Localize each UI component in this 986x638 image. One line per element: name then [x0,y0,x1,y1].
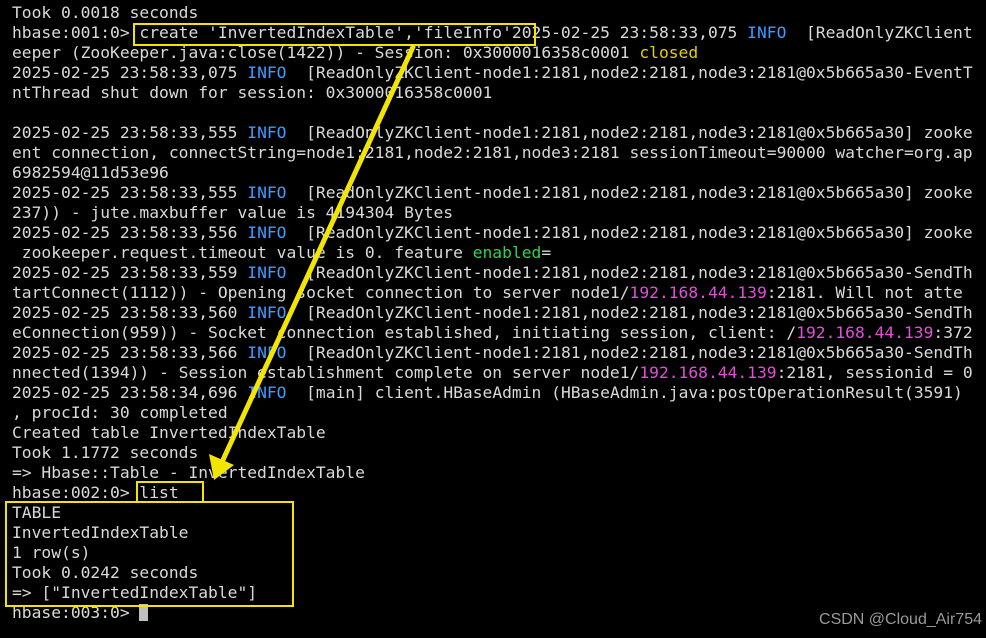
terminal-line: eeper (ZooKeeper.java:close(1422)) - Ses… [12,43,698,63]
terminal-line: Took 1.1772 seconds [12,443,198,463]
terminal-line: 2025-02-25 23:58:33,559 INFO [ReadOnlyZK… [12,263,973,283]
terminal-text: 2025-02-25 23:58:33,559 [12,263,248,282]
terminal-text: 2025-02-25 23:58:33,555 [12,123,248,142]
terminal-text: => Hbase::Table - InvertedIndexTable [12,463,365,482]
watermark: CSDN @Cloud_Air754 [819,611,982,628]
terminal-text: 1 row(s) [12,543,91,562]
terminal-text: hbase:001:0> create 'InvertedIndexTable'… [12,23,748,42]
terminal-line: 6982594@11d53e96 [12,163,169,183]
terminal-line: 2025-02-25 23:58:33,555 INFO [ReadOnlyZK… [12,183,973,203]
terminal-text: [ReadOnlyZKClient-node1:2181,node2:2181,… [286,223,973,242]
terminal-line: => Hbase::Table - InvertedIndexTable [12,463,365,483]
terminal-text: 6982594@11d53e96 [12,163,169,182]
terminal-line: hbase:001:0> create 'InvertedIndexTable'… [12,23,973,43]
terminal-line: Took 0.0242 seconds [12,563,198,583]
terminal-text: 2025-02-25 23:58:33,566 [12,343,248,362]
terminal-text: eConnection(959)) - Socket connection es… [12,323,797,342]
terminal-text: [ReadOnlyZKClient [786,23,973,42]
log-info-text: INFO [247,63,287,82]
terminal-text: Took 1.1772 seconds [12,443,199,462]
terminal-line: eConnection(959)) - Socket connection es… [12,323,973,343]
terminal-line: hbase:002:0> list [12,483,179,503]
terminal-text: hbase:002:0> list [12,483,179,502]
log-info-text: INFO [247,123,287,142]
terminal-text: 2025-02-25 23:58:33,556 [12,223,248,242]
terminal-text: 237)) - jute.maxbuffer value is 4194304 … [12,203,454,222]
terminal-line: InvertedIndexTable [12,523,188,543]
terminal-text: 2025-02-25 23:58:33,075 [12,63,248,82]
terminal-line: 2025-02-25 23:58:34,696 INFO [main] clie… [12,383,963,403]
terminal-line: ntThread shut down for session: 0x300001… [12,83,492,103]
terminal-text: 2025-02-25 23:58:33,560 [12,303,248,322]
terminal-line: zookeeper.request.timeout value is 0. fe… [12,243,551,263]
terminal-text: eeper (ZooKeeper.java:close(1422)) - Ses… [12,43,640,62]
log-info-text: INFO [247,263,287,282]
log-info-text: INFO [247,303,287,322]
terminal-text: = [541,243,552,262]
log-closed-text: closed [639,43,699,62]
terminal-line: , procId: 30 completed [12,403,228,423]
log-info-text: INFO [247,383,287,402]
terminal-text: :372 [933,323,973,342]
terminal-text: [ReadOnlyZKClient-node1:2181,node2:2181,… [286,183,973,202]
terminal-line: 2025-02-25 23:58:33,566 INFO [ReadOnlyZK… [12,343,973,363]
terminal-line: 2025-02-25 23:58:33,560 INFO [ReadOnlyZK… [12,303,973,323]
terminal-text: ent connection, connectString=node1:2181… [12,143,973,162]
terminal-text: Took 0.0018 seconds [12,3,199,22]
terminal-text: TABLE [12,503,62,522]
terminal-line: 1 row(s) [12,543,90,563]
terminal-line: hbase:003:0> [12,603,149,623]
log-enabled-text: enabled [472,243,542,262]
terminal-text: InvertedIndexTable [12,523,189,542]
terminal-line: => ["InvertedIndexTable"] [12,583,257,603]
terminal-line: Took 0.0018 seconds [12,3,198,23]
terminal-text: hbase:003:0> [12,603,140,622]
terminal-text: [main] client.HBaseAdmin (HBaseAdmin.jav… [286,383,963,402]
log-info-text: INFO [247,343,287,362]
terminal-text: [ReadOnlyZKClient-node1:2181,node2:2181,… [286,343,973,362]
log-info-text: INFO [247,183,287,202]
terminal-text: zookeeper.request.timeout value is 0. fe… [12,243,473,262]
terminal-text: ntThread shut down for session: 0x300001… [12,83,493,102]
terminal-line: 2025-02-25 23:58:33,555 INFO [ReadOnlyZK… [12,123,973,143]
terminal-line: nnected(1394)) - Session establishment c… [12,363,973,383]
log-ip-text: 192.168.44.139 [639,363,777,382]
text-cursor [139,604,149,621]
terminal-line: Created table InvertedIndexTable [12,423,326,443]
terminal-line: tartConnect(1112)) - Opening socket conn… [12,283,963,303]
terminal-line: 2025-02-25 23:58:33,075 INFO [ReadOnlyZK… [12,63,973,83]
terminal-text: 2025-02-25 23:58:34,696 [12,383,248,402]
terminal-line: ent connection, connectString=node1:2181… [12,143,973,163]
terminal-text: :2181. Will not atte [766,283,963,302]
log-info-text: INFO [747,23,787,42]
terminal-line: 237)) - jute.maxbuffer value is 4194304 … [12,203,453,223]
terminal-text: [ReadOnlyZKClient-node1:2181,node2:2181,… [286,263,973,282]
log-ip-text: 192.168.44.139 [796,323,934,342]
terminal-text: 2025-02-25 23:58:33,555 [12,183,248,202]
terminal-text: Took 0.0242 seconds [12,563,199,582]
terminal-text: Created table InvertedIndexTable [12,423,326,442]
terminal-text: [ReadOnlyZKClient-node1:2181,node2:2181,… [286,123,973,142]
log-ip-text: 192.168.44.139 [629,283,767,302]
terminal-text: [ReadOnlyZKClient-node1:2181,node2:2181,… [286,303,973,322]
terminal-text: [ReadOnlyZKClient-node1:2181,node2:2181,… [286,63,973,82]
terminal-text: :2181, sessionid = 0 [776,363,973,382]
terminal-text: tartConnect(1112)) - Opening socket conn… [12,283,630,302]
terminal-window[interactable]: Took 0.0018 seconds hbase:001:0> create '… [0,0,986,638]
terminal-line: TABLE [12,503,61,523]
terminal-text: => ["InvertedIndexTable"] [12,583,258,602]
terminal-text: , procId: 30 completed [12,403,228,422]
terminal-line: 2025-02-25 23:58:33,556 INFO [ReadOnlyZK… [12,223,973,243]
log-info-text: INFO [247,223,287,242]
terminal-text: nnected(1394)) - Session establishment c… [12,363,640,382]
